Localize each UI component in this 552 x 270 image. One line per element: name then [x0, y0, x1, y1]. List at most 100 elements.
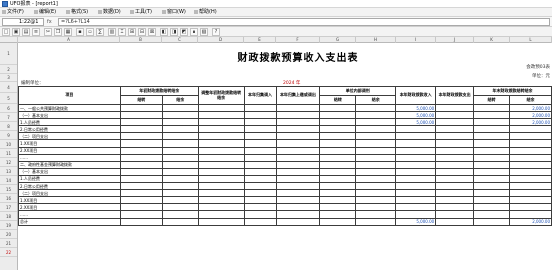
paste-icon[interactable]: ▦: [64, 28, 72, 36]
split-icon[interactable]: ⊟: [138, 28, 146, 36]
data-cell[interactable]: [319, 118, 357, 127]
data-cell[interactable]: [319, 132, 357, 141]
data-cell[interactable]: [355, 153, 397, 162]
ending-surplus-cell[interactable]: [508, 182, 552, 191]
row-header[interactable]: 3: [0, 74, 17, 82]
align-left-icon[interactable]: ◧: [160, 28, 168, 36]
data-cell[interactable]: [119, 182, 163, 191]
row-header[interactable]: 11: [0, 149, 17, 158]
income-cell[interactable]: [395, 210, 437, 219]
ending-carry-cell[interactable]: [473, 111, 510, 120]
data-cell[interactable]: [197, 203, 245, 212]
income-cell[interactable]: [395, 139, 437, 148]
data-cell[interactable]: [275, 160, 321, 169]
data-cell[interactable]: [161, 217, 199, 226]
ending-surplus-cell[interactable]: 2,000.00: [508, 217, 552, 226]
align-right-icon[interactable]: ◨: [170, 28, 178, 36]
data-cell[interactable]: [355, 125, 397, 134]
row-header[interactable]: 7: [0, 113, 17, 122]
cut-icon[interactable]: ✂: [44, 28, 52, 36]
data-cell[interactable]: [243, 160, 277, 169]
data-cell[interactable]: [161, 160, 199, 169]
data-cell[interactable]: [119, 125, 163, 134]
ending-carry-cell[interactable]: [473, 167, 510, 176]
open-icon[interactable]: ▣: [12, 28, 20, 36]
data-cell[interactable]: [197, 210, 245, 219]
data-cell[interactable]: [119, 103, 163, 113]
data-cell[interactable]: [243, 125, 277, 134]
expense-cell[interactable]: [435, 196, 475, 205]
expense-cell[interactable]: [435, 111, 475, 120]
insert-row-icon[interactable]: ▥: [108, 28, 116, 36]
data-cell[interactable]: [275, 125, 321, 134]
row-header[interactable]: 20: [0, 230, 17, 239]
data-cell[interactable]: [243, 203, 277, 212]
data-cell[interactable]: [161, 189, 199, 198]
data-cell[interactable]: [161, 196, 199, 205]
data-cell[interactable]: [319, 203, 357, 212]
data-cell[interactable]: [161, 103, 199, 113]
data-cell[interactable]: [319, 217, 357, 226]
data-cell[interactable]: [275, 153, 321, 162]
data-cell[interactable]: [243, 139, 277, 148]
ending-carry-cell[interactable]: [473, 118, 510, 127]
row-label-cell[interactable]: 1.XX项目: [18, 196, 121, 205]
data-cell[interactable]: [319, 153, 357, 162]
data-cell[interactable]: [355, 196, 397, 205]
data-cell[interactable]: [197, 139, 245, 148]
header-beginning-balance[interactable]: 年初财政拨款结转结余: [119, 86, 199, 96]
data-cell[interactable]: [319, 182, 357, 191]
data-cell[interactable]: [319, 160, 357, 169]
income-cell[interactable]: [395, 125, 437, 134]
row-label-cell[interactable]: 2.日常公用经费: [18, 182, 121, 191]
sum-icon[interactable]: ∑: [96, 28, 104, 36]
row-label-cell[interactable]: 1.XX项目: [18, 139, 121, 148]
row-label-cell[interactable]: 2.XX项目: [18, 146, 121, 155]
data-cell[interactable]: [355, 174, 397, 184]
row-label-cell[interactable]: （一）基本支出: [18, 167, 121, 176]
data-cell[interactable]: [275, 132, 321, 141]
subheader-surplus[interactable]: 结余: [161, 95, 199, 105]
ending-surplus-cell[interactable]: 2,000.00: [508, 103, 552, 113]
ending-surplus-cell[interactable]: [508, 167, 552, 176]
row-header[interactable]: 19: [0, 221, 17, 230]
ending-carry-cell[interactable]: [473, 182, 510, 191]
data-cell[interactable]: [119, 160, 163, 169]
expense-cell[interactable]: [435, 139, 475, 148]
subheader-carry[interactable]: 结转: [319, 95, 357, 105]
row-header[interactable]: 8: [0, 122, 17, 131]
data-cell[interactable]: [161, 174, 199, 184]
ending-surplus-cell[interactable]: [508, 125, 552, 134]
ending-surplus-cell[interactable]: [508, 210, 552, 219]
data-cell[interactable]: [355, 103, 397, 113]
data-cell[interactable]: [355, 167, 397, 176]
data-cell[interactable]: [275, 167, 321, 176]
row-header[interactable]: 10: [0, 140, 17, 149]
income-cell[interactable]: 5,000.00: [395, 217, 437, 226]
row-label-cell[interactable]: （二）项目支出: [18, 132, 121, 141]
header-transfer-out[interactable]: 本年归集上缴或调出: [275, 86, 321, 105]
data-cell[interactable]: [119, 153, 163, 162]
row-label-cell[interactable]: 总计: [18, 217, 121, 226]
row-label-cell[interactable]: 2.XX项目: [18, 203, 121, 212]
data-cell[interactable]: [355, 132, 397, 141]
data-cell[interactable]: [275, 210, 321, 219]
data-cell[interactable]: [119, 146, 163, 155]
income-cell[interactable]: [395, 174, 437, 184]
row-header[interactable]: 21: [0, 239, 17, 248]
data-cell[interactable]: [243, 167, 277, 176]
row-label-cell[interactable]: （二）项目支出: [18, 189, 121, 198]
subheader-surplus[interactable]: 结余: [355, 95, 397, 105]
ending-surplus-cell[interactable]: 2,000.00: [508, 111, 552, 120]
menu-edit[interactable]: 编辑(E): [34, 9, 56, 16]
data-cell[interactable]: [161, 118, 199, 127]
pattern-icon[interactable]: ▧: [200, 28, 208, 36]
header-item[interactable]: 项目: [18, 86, 121, 105]
data-cell[interactable]: [243, 182, 277, 191]
row-header[interactable]: 14: [0, 176, 17, 185]
income-cell[interactable]: [395, 182, 437, 191]
header-expense[interactable]: 本年财政拨款支出: [435, 86, 475, 105]
data-cell[interactable]: [355, 146, 397, 155]
cursor-icon[interactable]: ⌶: [118, 28, 126, 36]
header-ending-balance[interactable]: 年末财政拨款结转结余: [473, 86, 552, 96]
